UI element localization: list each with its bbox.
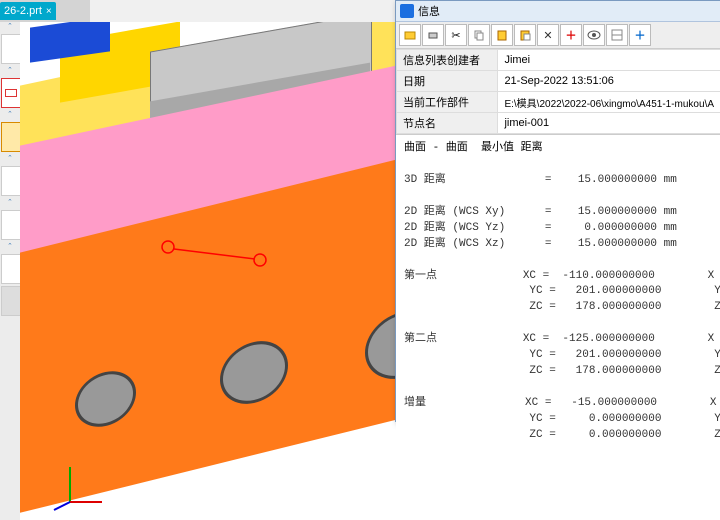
file-tab-label: 26-2.prt xyxy=(4,5,42,17)
info-body-text: 3D 距离 = 15.000000000 mm 2D 距离 (WCS Xy) =… xyxy=(404,174,720,441)
file-tab-bar: 26-2.prt × xyxy=(0,0,90,22)
close-tab-icon[interactable]: × xyxy=(46,6,52,17)
file-tab[interactable]: 26-2.prt × xyxy=(0,2,56,20)
info-window-title: 信息 xyxy=(418,3,440,19)
meta-label: 日期 xyxy=(397,71,498,92)
tool-slot-2[interactable] xyxy=(1,78,21,108)
chevron-up-icon[interactable]: ˆ xyxy=(0,66,20,76)
meta-value: E:\模具\2022\2022-06\xingmo\A451-1-mukou\A xyxy=(498,92,720,113)
cut-icon[interactable]: ✂ xyxy=(445,24,467,46)
info-body-header: 曲面 - 曲面 最小值 距离 xyxy=(404,142,543,154)
meta-value: Jimei xyxy=(498,50,720,71)
left-tool-strip: ˆ ˆ ˆ ˆ ˆ ˆ xyxy=(0,22,21,520)
tool-slot-5[interactable] xyxy=(1,210,21,240)
meta-label: 节点名 xyxy=(397,113,498,134)
tool-slot-7[interactable] xyxy=(1,286,21,316)
delete-icon[interactable]: ✕ xyxy=(537,24,559,46)
meta-label: 信息列表创建者 xyxy=(397,50,498,71)
print-icon[interactable] xyxy=(422,24,444,46)
open-icon[interactable] xyxy=(399,24,421,46)
tool-slot-4[interactable] xyxy=(1,166,21,196)
add-red-icon[interactable]: ＋ xyxy=(560,24,582,46)
tool-slot-3[interactable] xyxy=(1,122,21,152)
axis-triad-icon xyxy=(50,452,110,512)
info-window-titlebar[interactable]: 信息 xyxy=(396,1,720,22)
chevron-up-icon[interactable]: ˆ xyxy=(0,22,20,32)
copy-icon[interactable] xyxy=(468,24,490,46)
eye-icon[interactable] xyxy=(583,24,605,46)
meta-value: 21-Sep-2022 13:51:06 xyxy=(498,71,720,92)
chevron-up-icon[interactable]: ˆ xyxy=(0,198,20,208)
chevron-up-icon[interactable]: ˆ xyxy=(0,242,20,252)
tool-slot-1[interactable] xyxy=(1,34,21,64)
info-body[interactable]: 曲面 - 曲面 最小值 距离 3D 距离 = 15.000000000 mm 2… xyxy=(396,135,720,452)
settings-icon[interactable] xyxy=(606,24,628,46)
chevron-up-icon[interactable]: ˆ xyxy=(0,154,20,164)
chevron-up-icon[interactable]: ˆ xyxy=(0,110,20,120)
meta-label: 当前工作部件 xyxy=(397,92,498,113)
info-icon xyxy=(400,4,414,18)
measurement-annotation xyxy=(160,237,270,267)
tool-slot-6[interactable] xyxy=(1,254,21,284)
paste-icon[interactable] xyxy=(491,24,513,46)
meta-value: jimei-001 xyxy=(498,113,720,134)
info-meta-table: 信息列表创建者Jimei 日期21-Sep-2022 13:51:06 当前工作… xyxy=(396,49,720,135)
info-window: 信息 ✂ ✕ ＋ ＋ 信息列表创建者Jimei 日期21-Sep-2022 13… xyxy=(395,0,720,422)
info-toolbar: ✂ ✕ ＋ ＋ xyxy=(396,22,720,49)
plus-icon[interactable]: ＋ xyxy=(629,24,651,46)
paste2-icon[interactable] xyxy=(514,24,536,46)
